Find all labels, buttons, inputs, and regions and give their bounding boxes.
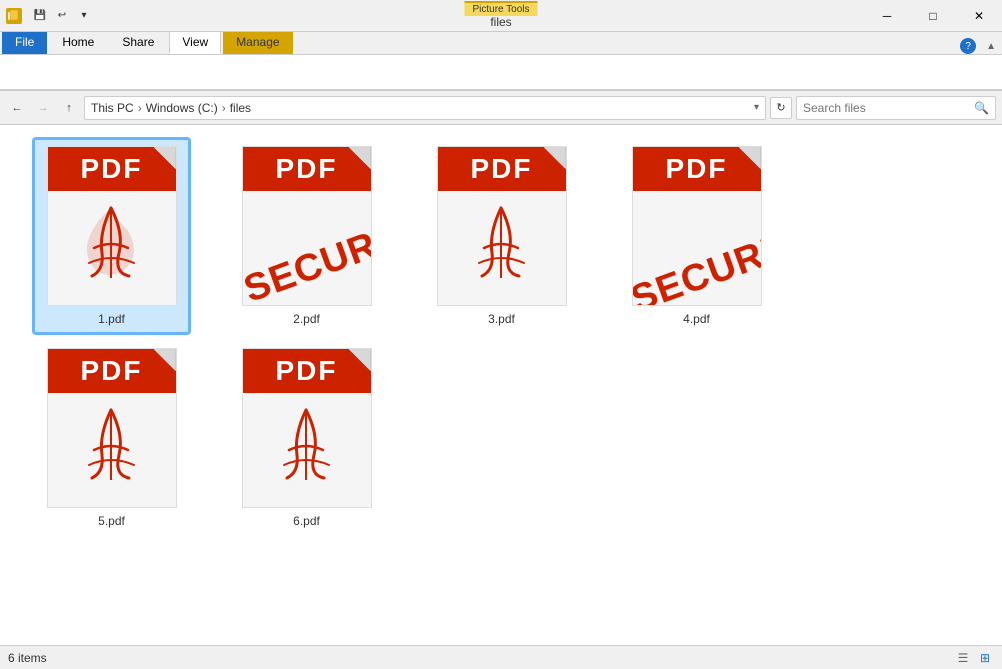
list-item[interactable]: PDF 6.pdf (229, 341, 384, 535)
refresh-button[interactable]: ↻ (770, 97, 792, 119)
file-label-2: 2.pdf (293, 312, 320, 326)
view-controls: ☰ ⊞ (954, 649, 994, 667)
tab-manage[interactable]: Manage (223, 30, 292, 54)
ribbon-help-icon[interactable]: ? (960, 38, 976, 54)
tab-home[interactable]: Home (49, 30, 107, 54)
ribbon-collapse-icon[interactable]: ▲ (986, 41, 996, 52)
address-bar: ← → ↑ This PC › Windows (C:) › files ▾ ↻… (0, 91, 1002, 125)
secure-label-2: SECURE (243, 215, 371, 305)
status-bar: 6 items ☰ ⊞ (0, 645, 1002, 669)
acrobat-symbol-5 (74, 400, 149, 501)
back-button[interactable]: ← (6, 97, 28, 119)
pdf-body-5 (48, 393, 176, 507)
close-button[interactable]: ✕ (956, 0, 1002, 32)
acrobat-symbol-6 (269, 400, 344, 501)
pdf-icon-2: PDF SECURE (242, 146, 372, 306)
breadcrumb-drive[interactable]: Windows (C:) (146, 101, 218, 115)
pdf-body-1 (48, 191, 176, 305)
pdf-body-6 (243, 393, 371, 507)
list-item[interactable]: PDF SECURE 2.pdf (229, 139, 384, 333)
tab-share[interactable]: Share (109, 30, 167, 54)
breadcrumb-thispc[interactable]: This PC (91, 101, 134, 115)
secure-label-4: SECURE (633, 225, 761, 305)
list-item[interactable]: PDF SECURE 4.pdf (619, 139, 774, 333)
up-button[interactable]: ↑ (58, 97, 80, 119)
pdf-icon-3: PDF (437, 146, 567, 306)
app-icon (6, 8, 22, 24)
acrobat-symbol-1 (74, 198, 149, 299)
picture-tools-label: Picture Tools (464, 1, 537, 16)
title-center: Picture Tools files (464, 1, 537, 29)
window-controls: ─ □ ✕ (864, 0, 1002, 32)
file-label-1: 1.pdf (98, 312, 125, 326)
file-label-6: 6.pdf (293, 514, 320, 528)
acrobat-symbol-3 (464, 198, 539, 299)
details-view-button[interactable]: ☰ (954, 649, 972, 667)
pdf-banner-5: PDF (48, 349, 176, 393)
list-item[interactable]: PDF 5.pdf (34, 341, 189, 535)
customize-quick-btn[interactable]: ▾ (74, 6, 94, 26)
search-icon: 🔍 (974, 101, 989, 115)
pdf-banner-6: PDF (243, 349, 371, 393)
tab-file[interactable]: File (2, 30, 47, 54)
ribbon-tabs: File Home Share View Manage ? ▲ (0, 32, 1002, 54)
pdf-banner-1: PDF (48, 147, 176, 191)
tab-view[interactable]: View (169, 30, 221, 54)
list-item[interactable]: PDF 1.pdf (34, 139, 189, 333)
quick-access-toolbar: 💾 ↩ ▾ (30, 6, 94, 26)
window-title: files (490, 16, 511, 29)
file-label-4: 4.pdf (683, 312, 710, 326)
address-dropdown-icon[interactable]: ▾ (754, 102, 759, 113)
search-box[interactable]: 🔍 (796, 96, 996, 120)
pdf-icon-1: PDF (47, 146, 177, 306)
list-item[interactable]: PDF 3.pdf (424, 139, 579, 333)
pdf-banner-3: PDF (438, 147, 566, 191)
pdf-body-4: SECURE (633, 191, 761, 305)
pdf-body-3 (438, 191, 566, 305)
minimize-button[interactable]: ─ (864, 0, 910, 32)
ribbon: File Home Share View Manage ? ▲ (0, 32, 1002, 91)
save-quick-btn[interactable]: 💾 (30, 6, 50, 26)
ribbon-right: ? ▲ (960, 38, 1002, 54)
file-view: PDF 1.pdf PDF SECURE (0, 125, 1002, 645)
item-count: 6 items (8, 651, 47, 665)
pdf-icon-5: PDF (47, 348, 177, 508)
pdf-banner-2: PDF (243, 147, 371, 191)
pdf-body-2: SECURE (243, 191, 371, 305)
pdf-icon-6: PDF (242, 348, 372, 508)
maximize-button[interactable]: □ (910, 0, 956, 32)
title-bar-left: 💾 ↩ ▾ (0, 6, 94, 26)
address-box[interactable]: This PC › Windows (C:) › files ▾ (84, 96, 766, 120)
large-icons-view-button[interactable]: ⊞ (976, 649, 994, 667)
pdf-banner-4: PDF (633, 147, 761, 191)
forward-button[interactable]: → (32, 97, 54, 119)
pdf-icon-4: PDF SECURE (632, 146, 762, 306)
breadcrumb-files[interactable]: files (230, 101, 251, 115)
file-label-5: 5.pdf (98, 514, 125, 528)
file-label-3: 3.pdf (488, 312, 515, 326)
ribbon-content (0, 54, 1002, 90)
undo-quick-btn[interactable]: ↩ (52, 6, 72, 26)
title-bar: 💾 ↩ ▾ Picture Tools files ─ □ ✕ (0, 0, 1002, 32)
search-input[interactable] (803, 101, 974, 115)
